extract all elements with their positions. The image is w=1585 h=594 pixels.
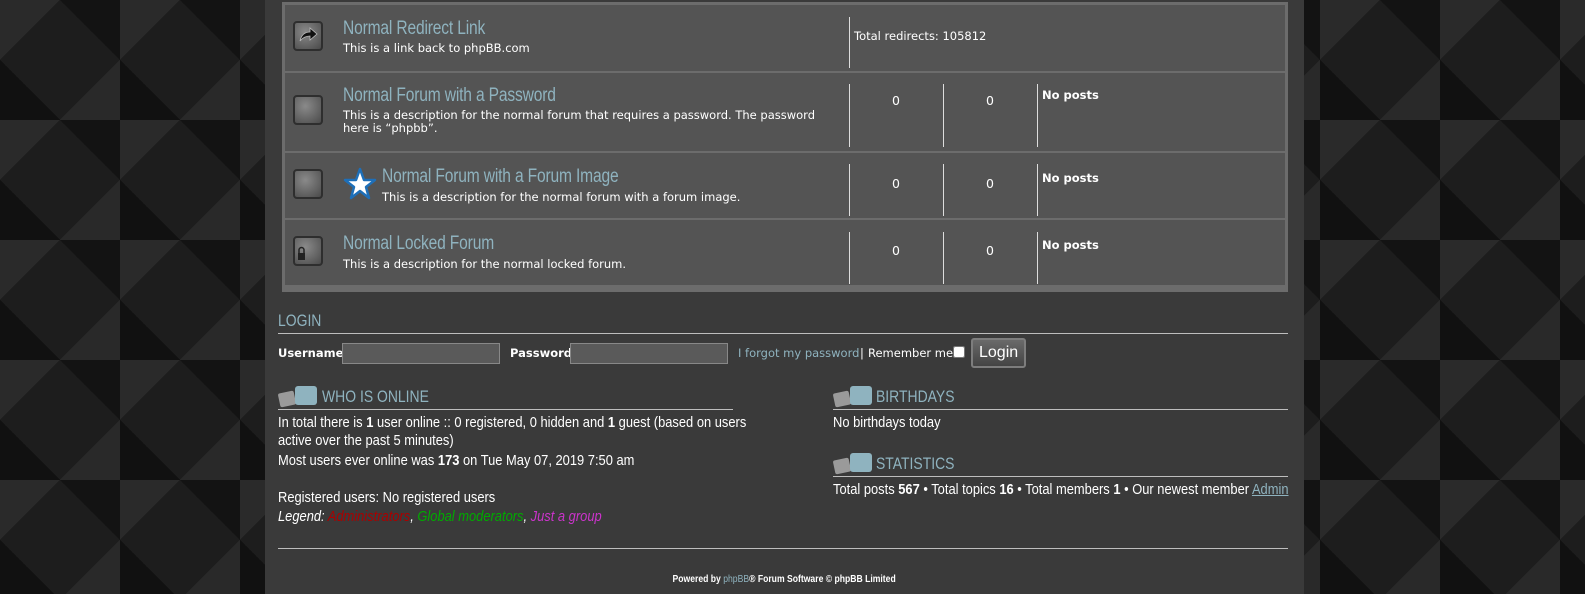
column-divider: [849, 232, 850, 284]
statistics-heading: STATISTICS: [876, 454, 955, 473]
column-divider: [1037, 164, 1038, 216]
last-post: No posts: [1042, 171, 1099, 185]
statistics-text: Total posts 567 • Total topics 16 • Tota…: [833, 481, 1289, 498]
column-divider: [943, 232, 944, 284]
online-total-text: In total there is 1 user online :: 0 reg…: [278, 414, 747, 431]
forum-description: This is a description for the normal for…: [343, 108, 815, 135]
column-divider: [849, 17, 850, 68]
forum-description: This is a description for the normal for…: [382, 190, 741, 204]
forum-description: This is a description for the normal loc…: [343, 257, 627, 271]
redirect-arrow-icon: [293, 21, 323, 51]
forum-list: Normal Redirect Link This is a link back…: [282, 2, 1288, 292]
legend-administrators[interactable]: Administrators: [328, 508, 410, 525]
who-is-online-heading: WHO IS ONLINE: [322, 387, 429, 406]
statistics-block-icon: [832, 453, 873, 475]
forum-row: Normal Forum with a Password This is a d…: [285, 73, 1285, 151]
newest-member-link[interactable]: Admin: [1252, 481, 1289, 498]
birthdays-block-icon: [832, 386, 873, 408]
footer-text: Powered by phpBB® Forum Software © phpBB…: [672, 573, 897, 585]
remember-me-label: Remember me: [868, 346, 954, 360]
posts-count: 0: [986, 93, 994, 108]
statistics-divider: [833, 476, 1288, 477]
topics-count: 0: [892, 93, 900, 108]
column-divider: [1037, 232, 1038, 284]
login-divider: [278, 333, 1288, 334]
topics-count: 0: [892, 176, 900, 191]
password-label: Password:: [510, 346, 577, 360]
last-post: No posts: [1042, 238, 1099, 252]
forum-row: Normal Redirect Link This is a link back…: [285, 5, 1285, 71]
redirect-count: Total redirects: 105812: [854, 29, 987, 43]
last-post: No posts: [1042, 88, 1099, 102]
forum-row: Normal Forum with a Forum Image This is …: [285, 153, 1285, 218]
star-icon: [343, 167, 377, 200]
forum-title[interactable]: Normal Forum with a Forum Image: [382, 166, 619, 188]
online-block-icon: [277, 386, 318, 408]
topics-count: 0: [892, 243, 900, 258]
forum-read-icon: [293, 169, 323, 199]
separator: |: [860, 346, 864, 360]
birthdays-heading: BIRTHDAYS: [876, 387, 955, 406]
online-record-text: Most users ever online was 173 on Tue Ma…: [278, 452, 635, 469]
forum-row: Normal Locked Forum This is a descriptio…: [285, 220, 1285, 285]
column-divider: [1037, 84, 1038, 147]
footer-divider: [278, 548, 1288, 549]
forum-title[interactable]: Normal Redirect Link: [343, 18, 485, 40]
forgot-password-link[interactable]: I forgot my password: [738, 346, 859, 360]
registered-users-text: Registered users: No registered users: [278, 489, 496, 506]
birthdays-divider: [833, 409, 1288, 410]
login-heading: LOGIN: [278, 311, 322, 330]
legend: Legend: Administrators, Global moderator…: [278, 508, 602, 525]
birthdays-text: No birthdays today: [833, 414, 941, 431]
forum-title[interactable]: Normal Forum with a Password: [343, 85, 556, 107]
posts-count: 0: [986, 243, 994, 258]
online-divider: [278, 409, 733, 410]
legend-just-a-group[interactable]: Just a group: [531, 508, 602, 525]
legend-global-moderators[interactable]: Global moderators: [417, 508, 523, 525]
username-label: Username:: [278, 346, 348, 360]
username-input[interactable]: [342, 343, 500, 364]
online-total-text-cont: active over the past 5 minutes): [278, 432, 454, 449]
login-button[interactable]: Login: [971, 338, 1027, 368]
phpbb-link[interactable]: phpBB: [724, 573, 750, 585]
posts-count: 0: [986, 176, 994, 191]
forum-locked-icon: [293, 236, 323, 266]
page-wrap: Normal Redirect Link This is a link back…: [265, 0, 1304, 594]
forum-read-icon: [293, 95, 323, 125]
password-input[interactable]: [570, 343, 728, 364]
remember-me-checkbox[interactable]: [953, 346, 965, 358]
forum-description: This is a link back to phpBB.com: [343, 41, 530, 55]
forum-title[interactable]: Normal Locked Forum: [343, 233, 494, 255]
